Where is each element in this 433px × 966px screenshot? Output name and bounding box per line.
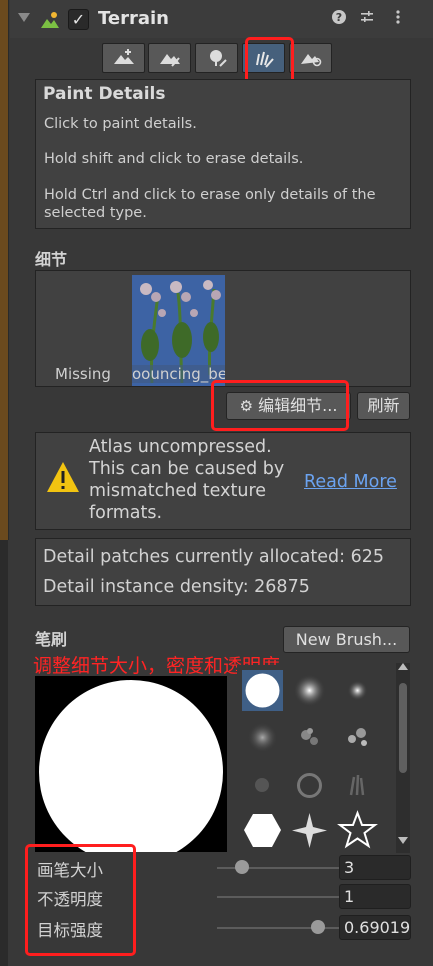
- raise-lower-terrain-tool[interactable]: [102, 43, 145, 73]
- brush-dirt[interactable]: [242, 765, 283, 806]
- brush-hard-circle[interactable]: [242, 670, 283, 711]
- detail-texture-label: oouncing_be: [132, 365, 225, 383]
- scene-view-edge: [0, 0, 9, 540]
- read-more-link[interactable]: Read More: [304, 472, 397, 492]
- detail-density-text: Detail instance density: 26875: [43, 577, 310, 597]
- scroll-down-icon[interactable]: [398, 837, 408, 844]
- target-strength-knob[interactable]: [310, 920, 325, 934]
- new-brush-button[interactable]: New Brush...: [283, 626, 410, 653]
- detail-stats-box: Detail patches currently allocated: 625 …: [35, 538, 411, 606]
- brush-star-outline[interactable]: [337, 810, 378, 851]
- brush-splatter-2[interactable]: [337, 717, 378, 758]
- terrain-icon: [41, 12, 59, 28]
- brush-size-field[interactable]: 3: [339, 855, 411, 880]
- warning-line: formats.: [89, 503, 163, 523]
- help-line: Hold shift and click to erase details.: [44, 151, 304, 167]
- brush-grass[interactable]: [337, 765, 378, 806]
- brush-star-burst[interactable]: [289, 810, 330, 851]
- details-list[interactable]: Missing oouncing_be: [35, 270, 411, 387]
- preset-icon[interactable]: [357, 9, 377, 29]
- refresh-button[interactable]: 刷新: [357, 392, 410, 420]
- svg-text:?: ?: [336, 11, 342, 24]
- menu-icon[interactable]: [388, 9, 408, 29]
- paint-trees-tool[interactable]: [195, 43, 238, 73]
- brush-noise[interactable]: [242, 717, 283, 758]
- brush-grid: [237, 665, 394, 853]
- highlight-frame-sliders: [25, 844, 136, 956]
- details-section-label: 细节: [35, 250, 68, 269]
- brush-section-label: 笔刷: [35, 630, 68, 649]
- brush-soft-circle[interactable]: [289, 670, 330, 711]
- scroll-thumb[interactable]: [399, 683, 407, 773]
- help-line: Hold Ctrl and click to erase only detail…: [44, 187, 376, 203]
- detail-patches-text: Detail patches currently allocated: 625: [43, 547, 384, 567]
- paint-details-help-box: Paint Details Click to paint details. Ho…: [35, 79, 411, 229]
- help-line: Click to paint details.: [44, 116, 197, 132]
- help-icon[interactable]: ?: [329, 9, 349, 29]
- warning-line: Atlas uncompressed.: [89, 437, 272, 457]
- help-title: Paint Details: [43, 84, 166, 104]
- foldout-arrow-icon[interactable]: [18, 13, 30, 22]
- warning-icon: [47, 462, 79, 492]
- target-strength-field[interactable]: 0.69019: [339, 915, 411, 940]
- paint-texture-tool[interactable]: [148, 43, 191, 73]
- panel-edge: [0, 540, 8, 966]
- brush-small-soft[interactable]: [337, 670, 378, 711]
- terrain-settings-tool[interactable]: [289, 43, 332, 73]
- warning-line: mismatched texture: [89, 481, 267, 501]
- opacity-field[interactable]: 1: [339, 884, 411, 909]
- brush-size-knob[interactable]: [235, 860, 249, 874]
- component-enabled-checkbox[interactable]: ✓: [68, 9, 89, 30]
- atlas-warning-box: Atlas uncompressed. This can be caused b…: [35, 432, 411, 530]
- component-title: Terrain: [98, 8, 169, 29]
- missing-detail-label[interactable]: Missing: [55, 365, 111, 383]
- brush-crack[interactable]: [289, 765, 330, 806]
- warning-line: This can be caused by: [89, 459, 285, 479]
- highlight-frame-tool: [245, 37, 294, 85]
- brush-grid-scrollbar[interactable]: [396, 663, 410, 853]
- scroll-up-icon[interactable]: [398, 663, 408, 670]
- warning-text: Atlas uncompressed. This can be caused b…: [89, 436, 284, 524]
- brush-splatter[interactable]: [289, 717, 330, 758]
- brush-hexagon[interactable]: [242, 810, 283, 851]
- help-line: selected type.: [44, 205, 147, 221]
- brush-preview: [35, 676, 227, 852]
- highlight-frame-edit: [211, 380, 349, 431]
